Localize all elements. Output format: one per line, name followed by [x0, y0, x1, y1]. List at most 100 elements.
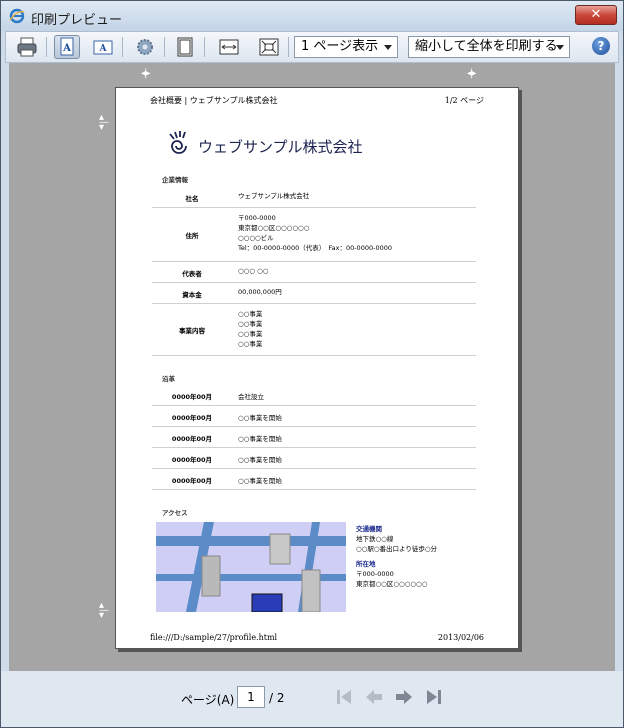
info-row: 住所 〒000-0000 東京都○○区○○○○○○ ○○○○ビル Tel：00-…	[152, 208, 476, 262]
map-illustration	[156, 522, 346, 612]
window-title: 印刷プレビュー	[31, 13, 123, 28]
svg-text:A: A	[62, 43, 71, 54]
info-row: 資本金 00,000,000円	[152, 283, 476, 304]
page-header-right: 1/2 ページ	[444, 96, 484, 105]
history-date: 0000年00月	[171, 456, 213, 464]
top-margin-handle-icon[interactable]: ▴ — ▾	[99, 113, 109, 133]
bottom-margin-handle-icon[interactable]: ▴ — ▾	[99, 601, 109, 621]
scale-select[interactable]: 縮小して全体を印刷する	[408, 36, 570, 58]
landscape-button[interactable]: A	[90, 35, 116, 59]
location-line: 〒000-0000	[356, 570, 394, 578]
history-row: 0000年00月 ○○事業を開始	[152, 448, 476, 469]
page-total: / 2	[269, 691, 285, 705]
info-label: 住所	[185, 232, 199, 240]
info-value: 00,000,000円	[238, 288, 282, 296]
info-value: 〒000-0000	[238, 214, 276, 222]
history-event: ○○事業を開始	[238, 477, 282, 485]
toolbar-separator	[122, 37, 123, 57]
header-footer-icon	[177, 37, 193, 57]
info-label: 資本金	[182, 291, 202, 299]
access-map	[156, 522, 346, 612]
preview-page: 会社概要 | ウェブサンプル株式会社 1/2 ページ ウェブサンプル株式会社 企…	[115, 87, 519, 649]
page-navigation-bar: ページ(A) 1 / 2	[1, 671, 623, 727]
info-label: 社名	[185, 195, 199, 203]
print-button[interactable]	[14, 35, 40, 59]
info-label: 代表者	[182, 270, 202, 278]
company-info-title: 企業情報	[162, 176, 188, 184]
toolbar-separator	[46, 37, 47, 57]
page-header-left: 会社概要 | ウェブサンプル株式会社	[150, 96, 278, 105]
chevron-down-icon	[384, 45, 392, 50]
history-date: 0000年00月	[171, 435, 213, 443]
toolbar-separator	[164, 37, 165, 57]
landscape-page-icon: A	[93, 40, 113, 55]
gear-icon	[137, 39, 153, 55]
page-number-input[interactable]: 1	[237, 686, 265, 708]
access-title: アクセス	[162, 509, 188, 517]
ie-app-icon	[9, 8, 25, 24]
info-value: ○○○○ビル	[238, 234, 274, 242]
portrait-page-icon: A	[60, 37, 74, 56]
transport-heading: 交通機関	[356, 525, 382, 533]
history-event: ○○事業を開始	[238, 435, 282, 443]
access-text-block: 交通機関 地下鉄○○線 ○○駅○番出口より徒歩○分 所在地 〒000-0000 …	[356, 524, 437, 589]
left-margin-handle-icon[interactable]: ◂|▸	[141, 68, 151, 79]
help-icon[interactable]: ?	[592, 37, 610, 55]
history-title: 沿革	[162, 375, 175, 383]
next-page-icon[interactable]	[393, 686, 415, 708]
close-button[interactable]: ✕	[575, 5, 617, 25]
first-page-icon[interactable]	[333, 686, 355, 708]
full-width-icon	[219, 39, 239, 55]
header-footer-button[interactable]	[172, 35, 198, 59]
info-value: ○○事業	[238, 320, 263, 328]
history-row: 0000年00月 ○○事業を開始	[152, 469, 476, 490]
chevron-down-icon	[556, 45, 564, 50]
history-row: 0000年00月 会社設立	[152, 385, 476, 406]
info-value: Tel：00-0000-0000（代表） Fax：00-0000-0000	[238, 244, 392, 252]
info-value: ○○事業	[238, 340, 263, 348]
previous-page-icon[interactable]	[363, 686, 385, 708]
toolbar-separator	[288, 37, 289, 57]
print-preview-window: 印刷プレビュー ✕ A A 1 ページ表示 縮小して全体を印刷する ? ◂|▸ …	[0, 0, 624, 728]
history-date: 0000年00月	[171, 393, 213, 401]
right-margin-handle-icon[interactable]: ◂|▸	[467, 68, 477, 79]
transport-line: ○○駅○番出口より徒歩○分	[356, 545, 438, 553]
history-row: 0000年00月 ○○事業を開始	[152, 406, 476, 427]
history-row: 0000年00月 ○○事業を開始	[152, 427, 476, 448]
page-setup-button[interactable]	[132, 35, 158, 59]
location-heading: 所在地	[356, 560, 376, 568]
page-footer-right: 2013/02/06	[437, 633, 484, 642]
page-footer-left: file:///D:/sample/27/profile.html	[150, 633, 278, 642]
portrait-button[interactable]: A	[54, 35, 80, 59]
info-label: 事業内容	[179, 327, 205, 335]
toolbar-separator	[204, 37, 205, 57]
last-page-icon[interactable]	[423, 686, 445, 708]
info-row: 事業内容 ○○事業 ○○事業 ○○事業 ○○事業	[152, 304, 476, 356]
history-event: ○○事業を開始	[238, 456, 282, 464]
info-row: 社名 ウェブサンプル株式会社	[152, 186, 476, 208]
page-view-value: 1 ページ表示	[301, 39, 379, 54]
history-event: ○○事業を開始	[238, 414, 282, 422]
info-value: ○○事業	[238, 310, 263, 318]
info-value: ウェブサンプル株式会社	[238, 192, 310, 200]
history-date: 0000年00月	[171, 477, 213, 485]
printer-icon	[17, 37, 37, 57]
history-event: 会社設立	[238, 393, 264, 401]
page-label: ページ(A)	[181, 693, 235, 707]
info-value: 東京都○○区○○○○○○	[238, 224, 310, 232]
company-name: ウェブサンプル株式会社	[198, 138, 363, 156]
page-view-select[interactable]: 1 ページ表示	[294, 36, 398, 58]
info-value: ○○○ ○○	[238, 267, 269, 275]
scale-value: 縮小して全体を印刷する	[415, 39, 558, 54]
full-width-button[interactable]	[216, 35, 242, 59]
location-line: 東京都○○区○○○○○○	[356, 580, 428, 588]
full-page-button[interactable]	[256, 35, 282, 59]
transport-line: 地下鉄○○線	[356, 535, 394, 543]
company-logo-icon	[169, 131, 187, 154]
full-page-icon	[259, 38, 279, 56]
title-bar: 印刷プレビュー ✕	[1, 1, 623, 31]
info-value: ○○事業	[238, 330, 263, 338]
history-date: 0000年00月	[171, 414, 213, 422]
preview-area: ◂|▸ ◂|▸ ▴ — ▾ ▴ — ▾ 会社概要 | ウェブサンプル株式会社 1/2 ペ…	[9, 63, 615, 671]
info-row: 代表者 ○○○ ○○	[152, 262, 476, 283]
